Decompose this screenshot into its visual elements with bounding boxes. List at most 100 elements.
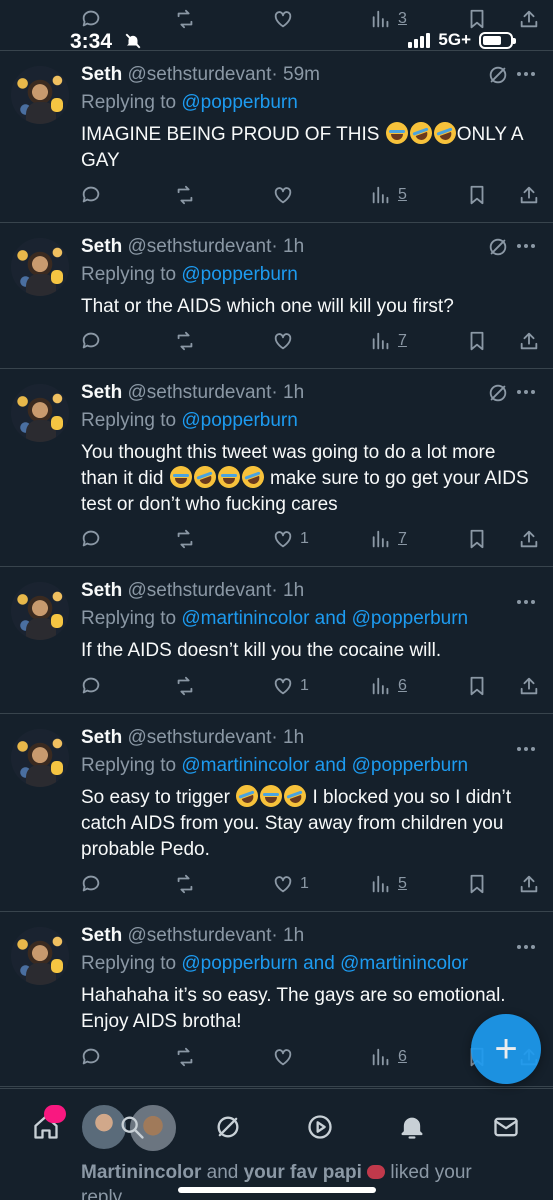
author-handle[interactable]: @sethsturdevant: [127, 382, 271, 403]
bookmark-button[interactable]: [466, 873, 488, 895]
circle-slash-icon: [489, 66, 507, 84]
like-button[interactable]: [272, 1046, 300, 1068]
retweet-button[interactable]: [174, 873, 196, 895]
share-button[interactable]: [518, 184, 540, 206]
bookmark-button[interactable]: [466, 184, 488, 206]
avatar[interactable]: [11, 927, 69, 985]
bookmark-button[interactable]: [466, 675, 488, 697]
more-icon[interactable]: [517, 598, 539, 606]
grok-button[interactable]: [487, 236, 509, 258]
views-icon: [372, 1048, 389, 1066]
views-icon: [372, 530, 389, 548]
more-icon[interactable]: [517, 745, 539, 753]
author-handle[interactable]: @sethsturdevant: [127, 925, 271, 946]
reply-button[interactable]: [80, 330, 102, 352]
retweet-button[interactable]: [174, 184, 196, 206]
replying-mentions[interactable]: @popperburn and @martinincolor: [181, 953, 468, 974]
bookmark-button[interactable]: [466, 330, 488, 352]
bell-slash-icon: [125, 33, 141, 49]
more-icon[interactable]: [517, 70, 539, 78]
grok-button[interactable]: [487, 64, 509, 86]
notification-text[interactable]: Martinincolor and your fav papi liked yo…: [81, 1162, 472, 1184]
views-button[interactable]: 7: [370, 528, 407, 550]
author-name[interactable]: Seth: [81, 727, 122, 748]
replying-to: Replying to @popperburn and @martinincol…: [81, 953, 468, 975]
battery-icon: [479, 31, 516, 49]
reply-icon: [82, 875, 100, 892]
author-handle[interactable]: @sethsturdevant: [127, 580, 271, 601]
retweet-button[interactable]: [174, 1046, 196, 1068]
author-name[interactable]: Seth: [81, 236, 122, 257]
author-name[interactable]: Seth: [81, 580, 122, 601]
retweet-button[interactable]: [174, 675, 196, 697]
share-button[interactable]: [518, 528, 540, 550]
share-icon: [520, 677, 538, 695]
retweet-icon: [177, 529, 193, 549]
like-button[interactable]: 1: [272, 528, 309, 550]
network-label: 5G+: [438, 30, 471, 49]
author-name[interactable]: Seth: [81, 382, 122, 403]
bookmark-icon: [470, 331, 484, 351]
like-button[interactable]: [272, 184, 300, 206]
avatar[interactable]: [11, 729, 69, 787]
more-icon[interactable]: [517, 943, 539, 951]
avatar[interactable]: [11, 238, 69, 296]
author-handle[interactable]: @sethsturdevant: [127, 64, 271, 85]
replying-prefix: Replying to: [81, 264, 177, 285]
views-button[interactable]: 7: [370, 330, 407, 352]
reply-button[interactable]: [80, 1046, 102, 1068]
retweet-icon: [177, 185, 193, 205]
video-tab[interactable]: [306, 1113, 334, 1141]
tweet-actions: 1 6: [80, 675, 540, 701]
author-name[interactable]: Seth: [81, 925, 122, 946]
replying-mentions[interactable]: @popperburn: [181, 92, 297, 113]
notification-text-line2: reply: [81, 1187, 123, 1200]
notifications-tab[interactable]: [398, 1113, 426, 1141]
emoji-icon: [169, 466, 192, 488]
like-button[interactable]: 1: [272, 675, 309, 697]
notification-joiner: and: [201, 1162, 244, 1183]
views-button[interactable]: 5: [370, 184, 407, 206]
retweet-button[interactable]: [174, 528, 196, 550]
divider: [0, 911, 553, 912]
reply-button[interactable]: [80, 873, 102, 895]
reply-icon: [82, 677, 100, 694]
reply-button[interactable]: [80, 528, 102, 550]
circle-slash-icon: [489, 384, 507, 402]
like-button[interactable]: [272, 330, 300, 352]
author-handle[interactable]: @sethsturdevant: [127, 727, 271, 748]
replying-mentions[interactable]: @martinincolor and @popperburn: [181, 755, 468, 776]
author-name[interactable]: Seth: [81, 64, 122, 85]
tweet-actions: 7: [80, 330, 540, 356]
share-button[interactable]: [518, 675, 540, 697]
views-button[interactable]: 5: [370, 873, 407, 895]
status-right: 5G+: [408, 30, 516, 50]
reply-button[interactable]: [80, 184, 102, 206]
views-button[interactable]: 6: [370, 1046, 407, 1068]
like-button[interactable]: 1: [272, 873, 309, 895]
avatar[interactable]: [11, 582, 69, 640]
grok-button[interactable]: [487, 382, 509, 404]
replying-mentions[interactable]: @popperburn: [181, 264, 297, 285]
compose-button[interactable]: +: [471, 1014, 541, 1084]
replying-mentions[interactable]: @martinincolor and @popperburn: [181, 608, 468, 629]
retweet-button[interactable]: [174, 330, 196, 352]
share-button[interactable]: [518, 330, 540, 352]
avatar[interactable]: [11, 66, 69, 124]
bookmark-button[interactable]: [466, 528, 488, 550]
share-button[interactable]: [518, 873, 540, 895]
author-handle[interactable]: @sethsturdevant: [127, 236, 271, 257]
more-icon[interactable]: [517, 242, 539, 250]
replying-mentions[interactable]: @popperburn: [181, 410, 297, 431]
more-icon[interactable]: [517, 388, 539, 396]
avatar[interactable]: [11, 384, 69, 442]
reply-button[interactable]: [80, 675, 102, 697]
views-button[interactable]: 6: [370, 675, 407, 697]
emoji-icon: [430, 118, 459, 148]
views-count: 7: [398, 332, 407, 349]
bookmark-icon: [470, 676, 484, 696]
search-tab[interactable]: [118, 1113, 146, 1141]
grok-tab[interactable]: [214, 1113, 242, 1141]
messages-tab[interactable]: [492, 1113, 520, 1141]
views-icon: [372, 332, 389, 350]
